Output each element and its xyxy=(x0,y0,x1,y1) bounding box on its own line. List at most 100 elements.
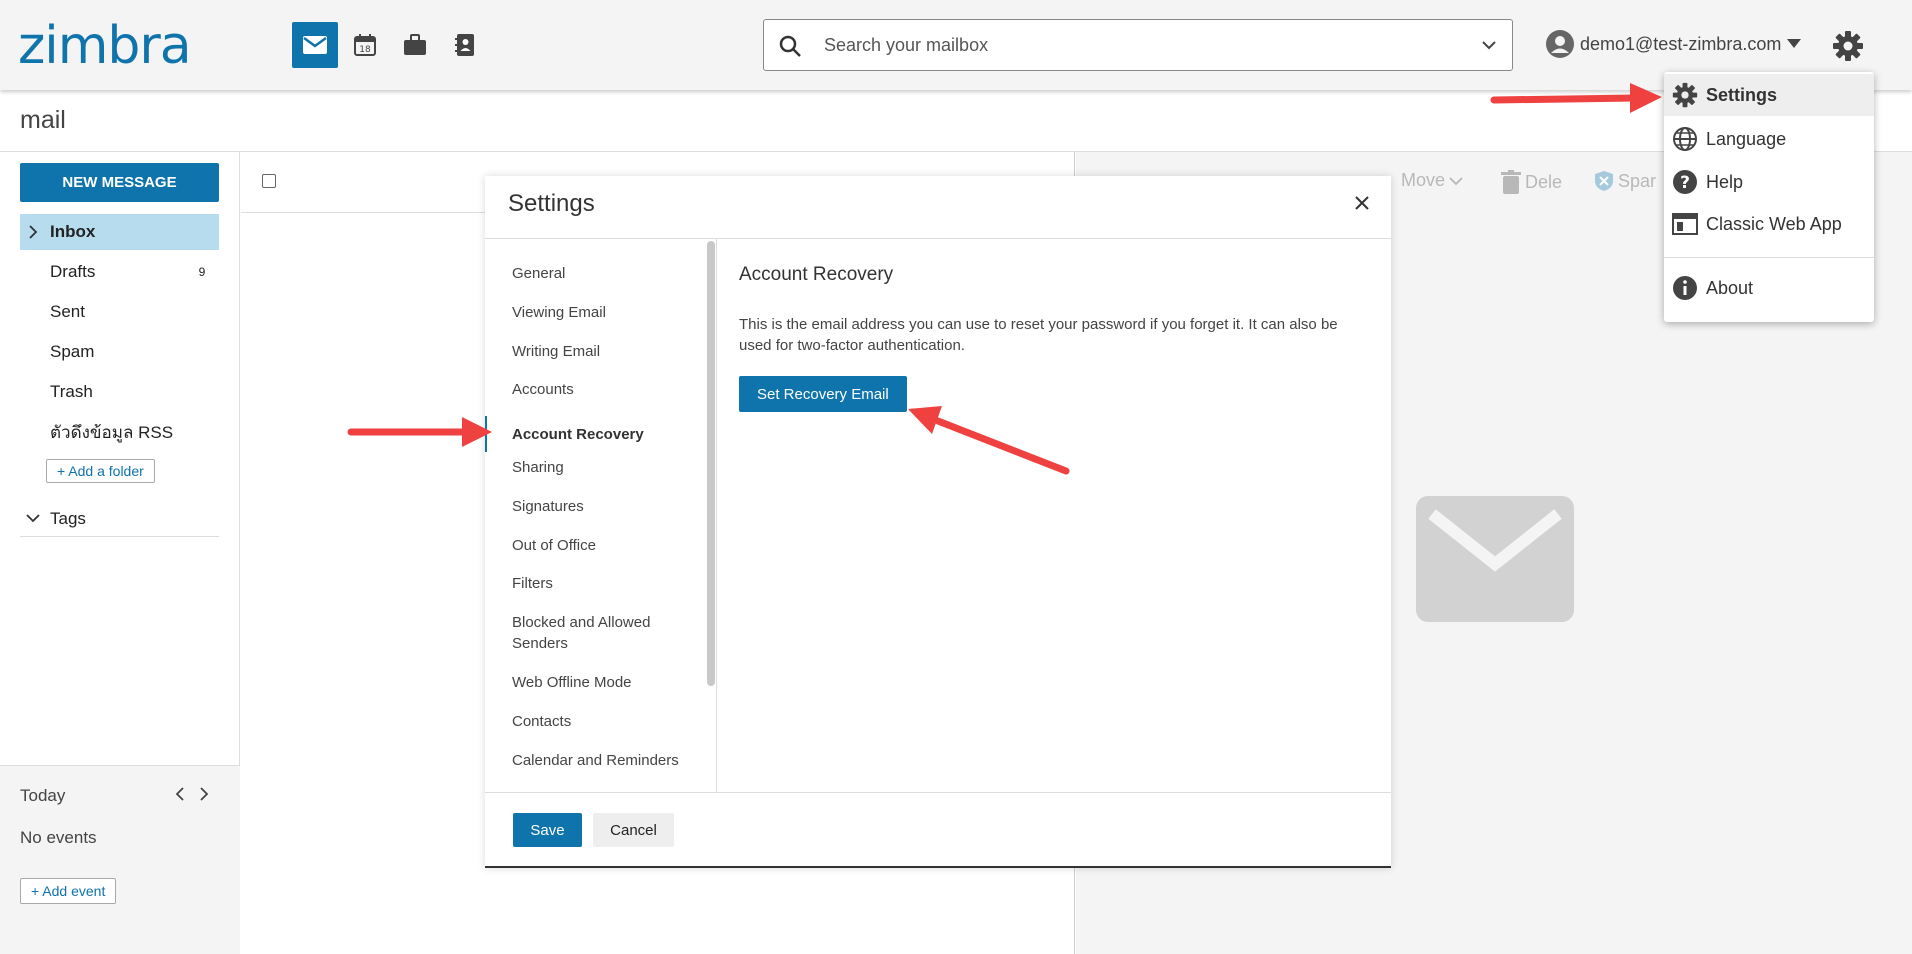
settings-nav-signatures[interactable]: Signatures xyxy=(512,496,682,517)
app-switcher: 18 xyxy=(292,22,488,68)
settings-nav-filters[interactable]: Filters xyxy=(512,573,682,594)
chevron-right-icon[interactable] xyxy=(199,786,209,802)
settings-dropdown-menu: Settings Language ? Help Classic Web App… xyxy=(1664,72,1874,322)
settings-nav-out-of-office[interactable]: Out of Office xyxy=(512,535,682,556)
folder-spam[interactable]: Spam xyxy=(20,334,219,370)
mini-calendar-panel: Today No events + Add event xyxy=(0,765,240,954)
today-label: Today xyxy=(20,786,66,805)
folder-label: Spam xyxy=(50,342,95,361)
section-description: This is the email address you can use to… xyxy=(739,316,1338,354)
menu-item-classic-web-app[interactable]: Classic Web App xyxy=(1664,203,1874,245)
no-events-label: No events xyxy=(20,828,97,847)
chevron-right-icon[interactable] xyxy=(28,225,38,239)
classic-app-window-icon xyxy=(1672,213,1698,235)
folder-rss[interactable]: ตัวดึงข้อมูล RSS xyxy=(20,414,219,450)
folder-sent[interactable]: Sent xyxy=(20,294,219,330)
svg-text:?: ? xyxy=(1680,173,1690,193)
chevron-down-icon xyxy=(1449,176,1463,185)
spam-label: Spar xyxy=(1618,170,1657,191)
briefcase-app-button[interactable] xyxy=(392,22,438,68)
section-heading: Account Recovery xyxy=(739,264,894,285)
sidebar: NEW MESSAGE Inbox Drafts 9 Sent Spam Tra… xyxy=(0,152,240,954)
settings-nav: General Viewing Email Writing Email Acco… xyxy=(485,239,717,792)
search-input[interactable] xyxy=(824,30,1424,60)
gear-icon[interactable] xyxy=(1832,30,1864,62)
folder-label: ตัวดึงข้อมูล RSS xyxy=(50,422,174,442)
calendar-app-button[interactable]: 18 xyxy=(342,22,388,68)
caret-down-icon xyxy=(1787,39,1802,48)
envelope-icon xyxy=(303,36,327,54)
user-email: demo1@test-zimbra.com xyxy=(1580,33,1782,54)
menu-item-label: Language xyxy=(1706,128,1787,149)
add-folder-button[interactable]: + Add a folder xyxy=(46,459,155,483)
delete-button[interactable]: Dele xyxy=(1501,170,1562,194)
settings-nav-web-offline-mode[interactable]: Web Offline Mode xyxy=(512,672,682,693)
briefcase-icon xyxy=(404,34,426,55)
top-header: zimbra 18 demo1@test-zimbra.com xyxy=(0,0,1912,90)
menu-item-help[interactable]: ? Help xyxy=(1664,161,1874,203)
folder-inbox[interactable]: Inbox xyxy=(20,214,219,250)
settings-nav-writing-email[interactable]: Writing Email xyxy=(512,341,682,362)
cancel-button[interactable]: Cancel xyxy=(593,813,674,847)
spam-button[interactable]: Spar xyxy=(1594,170,1656,192)
calendar-nav xyxy=(175,786,209,802)
settings-nav-scrollbar[interactable] xyxy=(707,241,715,686)
set-recovery-email-button[interactable]: Set Recovery Email xyxy=(739,376,907,412)
folder-drafts[interactable]: Drafts 9 xyxy=(20,254,219,290)
chevron-down-icon[interactable] xyxy=(26,513,40,523)
calendar-icon: 18 xyxy=(354,34,376,56)
select-all-checkbox[interactable] xyxy=(262,174,276,188)
folder-trash[interactable]: Trash xyxy=(20,374,219,410)
settings-modal: Settings General Viewing Email Writing E… xyxy=(485,176,1391,868)
settings-nav-accounts[interactable]: Accounts xyxy=(512,379,682,400)
save-button[interactable]: Save xyxy=(513,813,582,847)
info-icon xyxy=(1673,276,1697,300)
settings-nav-account-recovery[interactable]: Account Recovery xyxy=(512,424,682,445)
settings-nav-sharing[interactable]: Sharing xyxy=(512,457,682,478)
page-title: mail xyxy=(20,106,66,134)
mail-app-button[interactable] xyxy=(292,22,338,68)
user-avatar-icon xyxy=(1546,30,1574,58)
menu-item-label: Classic Web App xyxy=(1706,213,1842,234)
menu-item-label: Settings xyxy=(1706,84,1778,105)
calendar-icon-day: 18 xyxy=(359,45,371,55)
menu-item-about[interactable]: About xyxy=(1664,267,1874,309)
shield-icon xyxy=(1595,171,1613,191)
close-icon[interactable] xyxy=(1353,194,1371,212)
gear-icon xyxy=(1672,82,1698,108)
user-account-button[interactable]: demo1@test-zimbra.com xyxy=(1546,30,1802,58)
divider xyxy=(485,792,1391,793)
active-nav-indicator xyxy=(485,416,487,452)
settings-nav-viewing-email[interactable]: Viewing Email xyxy=(512,302,682,323)
settings-nav-contacts[interactable]: Contacts xyxy=(512,711,682,732)
unread-count-badge: 9 xyxy=(191,262,213,282)
settings-nav-general[interactable]: General xyxy=(512,263,682,284)
menu-item-settings[interactable]: Settings xyxy=(1664,74,1874,116)
settings-modal-title: Settings xyxy=(508,190,595,217)
tags-section[interactable]: Tags xyxy=(20,501,219,537)
zimbra-logo[interactable]: zimbra xyxy=(18,18,192,74)
settings-nav-blocked-allowed-senders[interactable]: Blocked and Allowed Senders xyxy=(512,612,682,654)
contacts-icon xyxy=(455,34,474,56)
move-button[interactable]: Move xyxy=(1401,170,1463,191)
chevron-down-icon[interactable] xyxy=(1480,36,1498,54)
folder-label: Inbox xyxy=(50,222,96,241)
menu-item-label: Help xyxy=(1706,171,1744,192)
chevron-left-icon[interactable] xyxy=(175,786,185,802)
globe-icon xyxy=(1673,127,1697,151)
search-icon[interactable] xyxy=(778,34,802,58)
tags-label: Tags xyxy=(50,508,86,528)
add-event-button[interactable]: + Add event xyxy=(20,878,117,904)
search-bar xyxy=(763,19,1513,71)
contacts-app-button[interactable] xyxy=(442,22,488,68)
help-icon: ? xyxy=(1673,170,1697,194)
app-subheader: mail xyxy=(0,90,1912,152)
settings-nav-calendar-reminders[interactable]: Calendar and Reminders xyxy=(512,750,682,771)
new-message-button[interactable]: NEW MESSAGE xyxy=(20,163,219,202)
folder-list: Inbox Drafts 9 Sent Spam Trash ตัวดึงข้อ… xyxy=(20,214,219,454)
menu-item-label: About xyxy=(1706,277,1754,298)
empty-mail-envelope-icon xyxy=(1416,496,1574,622)
delete-label: Dele xyxy=(1525,171,1563,192)
folder-label: Sent xyxy=(50,302,85,321)
menu-item-language[interactable]: Language xyxy=(1664,118,1874,160)
